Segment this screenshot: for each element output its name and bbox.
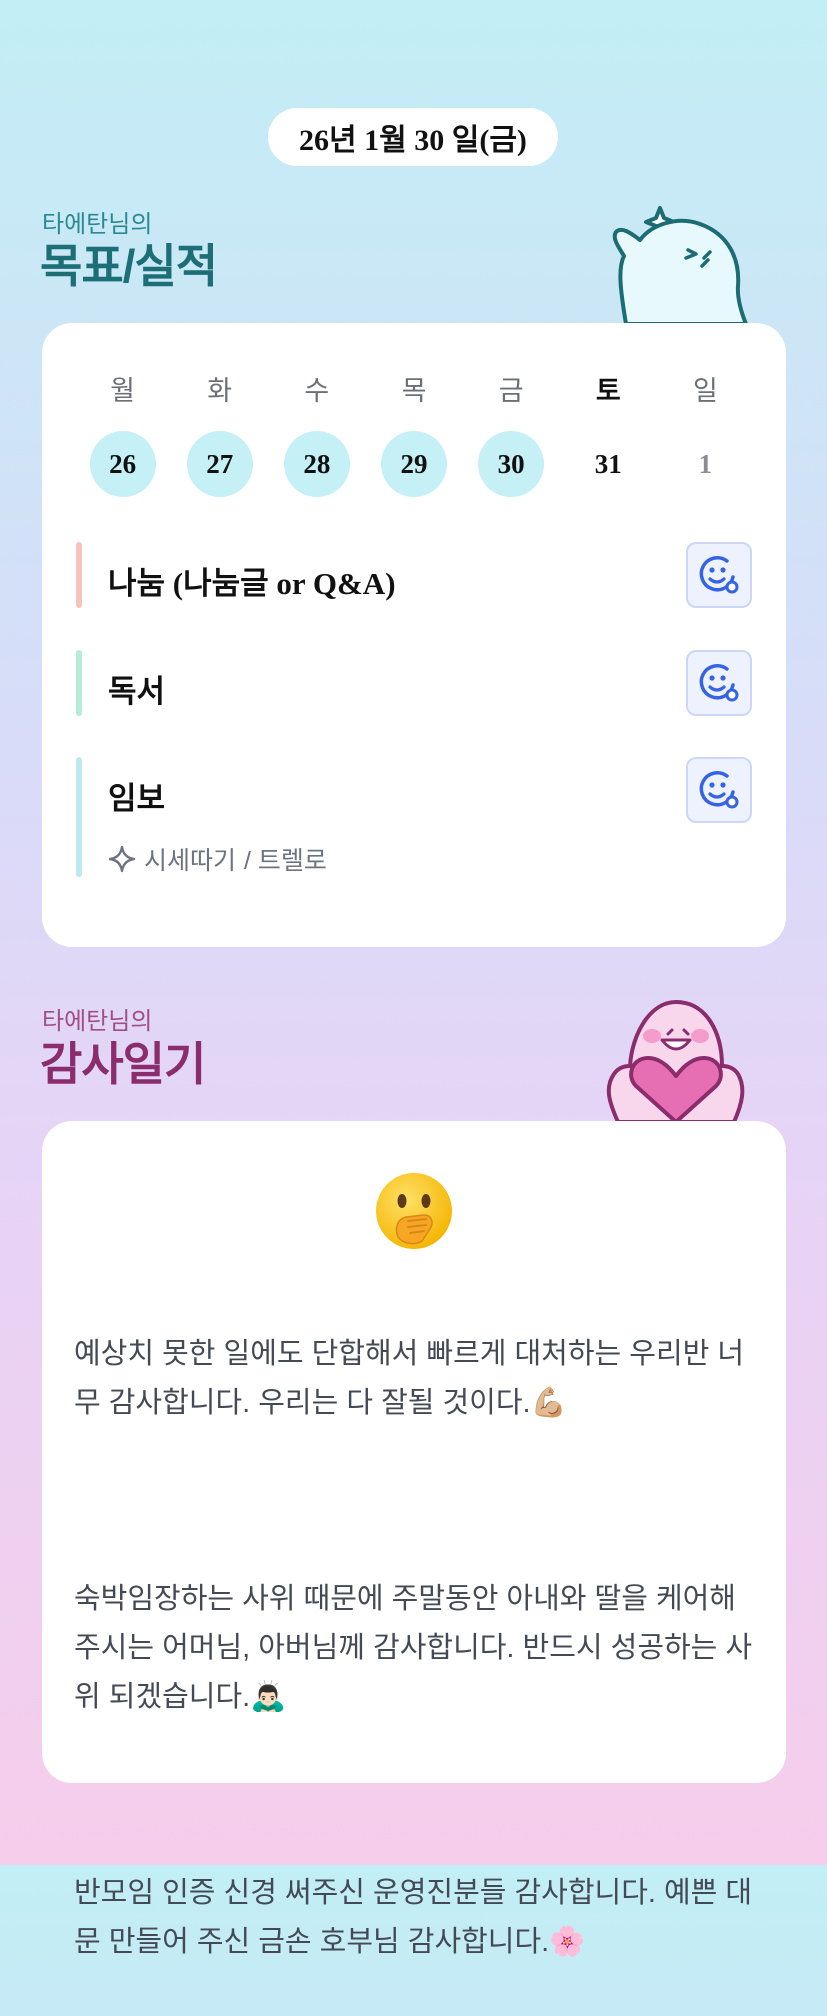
weekday-label: 일 (692, 376, 718, 406)
day-cell[interactable]: 29 (365, 431, 462, 497)
date-row: 26 27 28 29 30 31 1 (74, 431, 754, 497)
weekday-label: 화 (207, 376, 233, 406)
day-cell[interactable]: 26 (74, 431, 171, 497)
goal-label: 독서 (108, 674, 166, 709)
goals-card: 월 화 수 목 금 토 일 26 27 28 29 30 31 1 나눔 (나눔… (42, 323, 786, 947)
smile-icon (699, 664, 739, 702)
day-cell[interactable]: 31 (560, 431, 657, 497)
entry-spacer (74, 1477, 760, 1526)
goal-subtask-extra: / 트렐로 (244, 847, 327, 875)
mood-emoji (42, 1171, 786, 1256)
weekday-label: 수 (304, 376, 330, 406)
weekday-label: 월 (110, 376, 135, 406)
sparkle-icon (108, 845, 136, 873)
ghost-mascot-icon (598, 196, 758, 326)
thanks-section-title: 감사일기 (40, 1038, 206, 1090)
smile-add-button[interactable] (686, 542, 752, 608)
goal-label: 나눔 (나눔글 or Q&A) (108, 566, 396, 601)
smile-icon (699, 771, 739, 809)
thanks-diary-text: 예상치 못한 일에도 단합해서 빠르게 대처하는 우리반 너무 감사합니다. 우… (74, 1281, 760, 2016)
hand-over-mouth-face-icon (376, 1173, 452, 1249)
smile-add-button[interactable] (686, 757, 752, 823)
date-pill: 26년 1월 30 일(금) (268, 108, 558, 166)
goal-color-bar (76, 757, 82, 877)
weekday-label: 금 (498, 376, 524, 406)
weekday-label-current: 토 (595, 376, 621, 406)
thanks-entry: 반모임 인증 신경 써주신 운영진분들 감사합니다. 예쁜 대문 만들어 주신 … (74, 1877, 753, 1958)
thanks-card: 예상치 못한 일에도 단합해서 빠르게 대처하는 우리반 너무 감사합니다. 우… (42, 1121, 786, 1958)
thanks-entry: 예상치 못한 일에도 단합해서 빠르게 대처하는 우리반 너무 감사합니다. 우… (74, 1338, 745, 1419)
weekday-label: 목 (401, 376, 427, 406)
day-number: 28 (283, 431, 350, 497)
day-number: 27 (186, 431, 253, 497)
goal-subtask-label: 시세따기 (144, 847, 237, 875)
goal-label: 임보 (108, 781, 166, 816)
heart-mascot-icon (596, 996, 756, 1124)
day-cell[interactable]: 28 (268, 431, 365, 497)
goals-section-title: 목표/실적 (40, 240, 218, 292)
day-cell[interactable]: 27 (171, 431, 268, 497)
goal-row-imbo: 임보 시세따기 / 트렐로 (76, 757, 752, 877)
day-number: 31 (594, 448, 622, 479)
smile-icon (699, 556, 739, 594)
day-number: 30 (478, 431, 545, 497)
day-cell[interactable]: 30 (463, 431, 560, 497)
goal-row-reading: 독서 (76, 650, 752, 716)
entry-spacer (74, 1771, 760, 1820)
day-number: 26 (89, 431, 156, 497)
day-number: 1 (698, 448, 713, 479)
day-cell[interactable]: 1 (657, 431, 754, 497)
goal-color-bar (76, 542, 82, 608)
thanks-entry: 숙박임장하는 사위 때문에 주말동안 아내와 딸을 케어해주시는 어머님, 아버… (74, 1583, 753, 1713)
weekday-row: 월 화 수 목 금 토 일 (74, 369, 754, 408)
day-number: 29 (380, 431, 447, 497)
goal-color-bar (76, 650, 82, 716)
goal-subtask: 시세따기 / 트렐로 (108, 841, 327, 877)
smile-add-button[interactable] (686, 650, 752, 716)
goal-row-sharing: 나눔 (나눔글 or Q&A) (76, 542, 752, 608)
